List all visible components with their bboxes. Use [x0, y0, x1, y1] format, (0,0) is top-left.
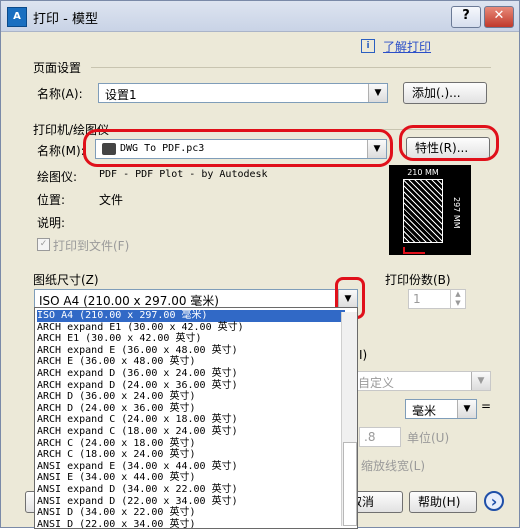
paper-size-option[interactable]: ARCH D (24.00 x 36.00 英寸) [37, 403, 195, 415]
location-label: 位置: [37, 193, 66, 207]
unit-value: 毫米 [412, 404, 437, 418]
page-setup-name-value: 设置1 [105, 88, 137, 102]
close-icon[interactable]: ✕ [484, 6, 514, 28]
paper-size-option[interactable]: ARCH expand D (36.00 x 24.00 英寸) [37, 368, 238, 380]
copies-stepper[interactable]: 1 ▲ ▼ [408, 289, 466, 309]
chevron-down-icon[interactable]: ▼ [457, 400, 476, 418]
chevron-down-icon[interactable]: ▼ [471, 372, 490, 390]
paper-size-option[interactable]: ANSI D (34.00 x 22.00 英寸) [37, 507, 195, 519]
paper-size-option[interactable]: ARCH C (18.00 x 24.00 英寸) [37, 449, 195, 461]
title-bar[interactable]: A 打印 - 模型 ? ✕ [1, 1, 519, 32]
equals-sign: = [481, 399, 492, 413]
help-icon[interactable]: ? [451, 6, 481, 28]
paper-size-option[interactable]: ARCH C (24.00 x 18.00 英寸) [37, 438, 195, 450]
paper-size-option[interactable]: ARCH E (36.00 x 48.00 英寸) [37, 356, 195, 368]
autocad-icon: A [7, 7, 27, 27]
chevron-down-icon[interactable]: ▼ [368, 84, 387, 102]
dropdown-scrollbar[interactable] [341, 312, 357, 526]
spin-arrows-icon[interactable]: ▲ ▼ [450, 290, 465, 308]
expand-more-icon[interactable]: › [484, 491, 504, 511]
paper-size-option[interactable]: ARCH E1 (30.00 x 42.00 英寸) [37, 333, 202, 345]
paper-preview: 210 MM 297 MM [389, 165, 471, 255]
paper-size-option[interactable]: ISO A4 (210.00 x 297.00 毫米) [37, 310, 345, 322]
plotter-value: PDF - PDF Plot - by Autodesk [99, 169, 268, 180]
annotation-highlight [83, 129, 393, 167]
plotter-label: 绘图仪: [37, 170, 78, 184]
paper-size-option[interactable]: ANSI expand D (22.00 x 34.00 英寸) [37, 496, 238, 508]
scale-partial-label: I) [359, 348, 368, 362]
preview-marker [403, 247, 425, 254]
paper-size-select[interactable]: ISO A4 (210.00 x 297.00 毫米) ▼ [34, 289, 358, 309]
preview-page [403, 179, 443, 243]
info-icon: i [361, 39, 375, 53]
location-value: 文件 [99, 193, 124, 207]
paper-size-option[interactable]: ANSI expand E (34.00 x 44.00 英寸) [37, 461, 238, 473]
page-setup-name-select[interactable]: 设置1 ▼ [98, 83, 388, 103]
printer-name-label: 名称(M): [37, 144, 85, 158]
copies-value: 1 [413, 292, 421, 306]
annotation-highlight [399, 125, 499, 161]
units-input[interactable]: .8 [359, 427, 401, 447]
paper-size-dropdown-list[interactable]: ISO A4 (210.00 x 297.00 毫米) ARCH expand E… [34, 307, 358, 529]
page-setup-heading: 页面设置 [33, 61, 82, 75]
group-divider [91, 67, 491, 68]
print-to-file-checkbox[interactable]: ✓ [37, 238, 50, 251]
paper-size-option[interactable]: ANSI E (34.00 x 44.00 英寸) [37, 472, 195, 484]
paper-size-option[interactable]: ARCH expand E (36.00 x 48.00 英寸) [37, 345, 238, 357]
scale-value: 自定义 [358, 376, 395, 390]
scrollbar-thumb[interactable] [343, 442, 357, 526]
learn-print-link[interactable]: 了解打印 [383, 38, 431, 55]
units-label: 单位(U) [407, 431, 450, 445]
paper-size-option[interactable]: ARCH expand D (24.00 x 36.00 英寸) [37, 380, 238, 392]
paper-size-option[interactable]: ANSI expand D (34.00 x 22.00 英寸) [37, 484, 238, 496]
paper-size-option[interactable]: ANSI D (22.00 x 34.00 英寸) [37, 519, 195, 528]
paper-size-option[interactable]: ARCH expand E1 (30.00 x 42.00 英寸) [37, 322, 244, 334]
paper-size-option[interactable]: ARCH expand C (24.00 x 18.00 英寸) [37, 414, 238, 426]
copies-heading: 打印份数(B) [385, 273, 451, 287]
unit-select[interactable]: 毫米 ▼ [405, 399, 477, 419]
print-to-file-label: 打印到文件(F) [53, 239, 130, 253]
scale-select[interactable]: 自定义 ▼ [347, 371, 491, 391]
paper-size-option[interactable]: ARCH expand C (18.00 x 24.00 英寸) [37, 426, 238, 438]
help-button[interactable]: 帮助(H) [409, 491, 477, 513]
dialog-title: 打印 - 模型 [33, 12, 98, 27]
print-dialog: A 打印 - 模型 ? ✕ i 了解打印 页面设置 名称(A): 设置1 ▼ 添… [0, 0, 520, 529]
preview-width-label: 210 MM [407, 168, 439, 177]
add-page-setup-button[interactable]: 添加(.)... [403, 82, 487, 104]
paper-size-option[interactable]: ARCH D (36.00 x 24.00 英寸) [37, 391, 195, 403]
preview-height-label: 297 MM [452, 197, 461, 229]
units-value: .8 [364, 430, 376, 444]
paper-size-heading: 图纸尺寸(Z) [33, 273, 99, 287]
description-label: 说明: [37, 216, 66, 230]
scale-lineweights-label: 缩放线宽(L) [361, 459, 426, 473]
page-setup-name-label: 名称(A): [37, 87, 83, 101]
